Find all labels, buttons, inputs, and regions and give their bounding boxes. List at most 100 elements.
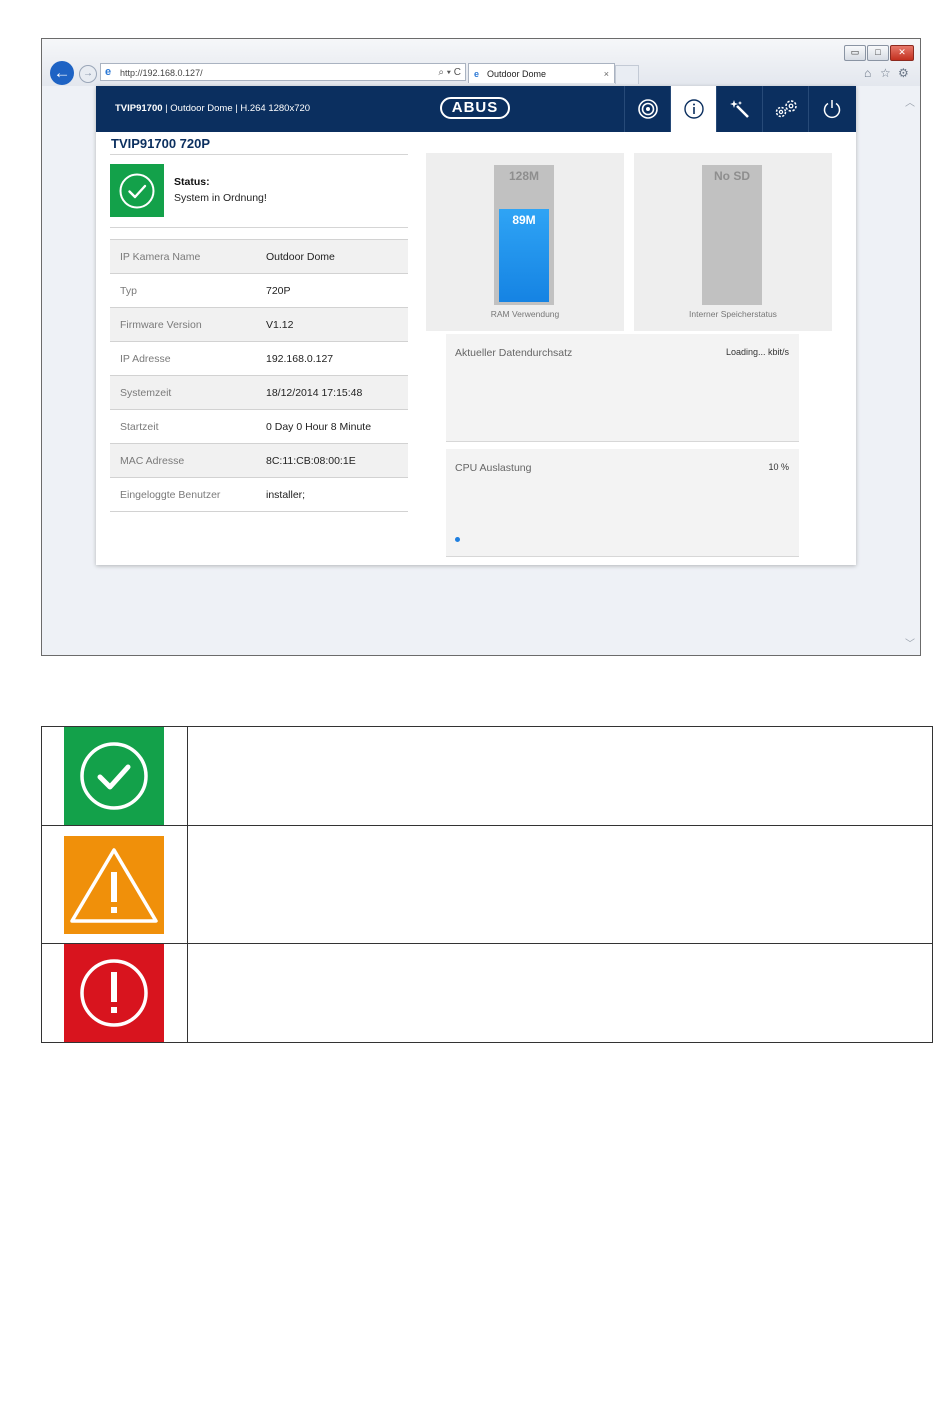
ram-used-label: 89M bbox=[512, 213, 536, 227]
info-row: Systemzeit 18/12/2014 17:15:48 bbox=[110, 375, 408, 409]
home-icon[interactable]: ⌂ bbox=[864, 66, 871, 80]
scroll-up-icon[interactable]: ︿ bbox=[905, 94, 915, 109]
ie-page-icon: e bbox=[105, 66, 112, 78]
header-title: TVIP91700 | Outdoor Dome | H.264 1280x72… bbox=[115, 86, 310, 132]
info-value: 0 Day 0 Hour 8 Minute bbox=[266, 421, 372, 433]
throughput-label: Aktueller Datendurchsatz bbox=[455, 347, 573, 359]
legend-column-divider bbox=[187, 944, 188, 1042]
scrollbar[interactable]: ︿ ﹀ bbox=[900, 86, 920, 655]
browser-window: ▭ □ ✕ ← → e http://192.168.0.127/ ⌕ ▾ C … bbox=[41, 38, 921, 656]
info-value: 18/12/2014 17:15:48 bbox=[266, 387, 363, 399]
check-circle-icon bbox=[119, 173, 155, 208]
scroll-down-icon[interactable]: ﹀ bbox=[905, 635, 915, 650]
info-value: V1.12 bbox=[266, 319, 294, 331]
header-model: TVIP91700 bbox=[115, 103, 163, 114]
legend-row-error bbox=[42, 944, 932, 1042]
tools-gear-icon[interactable]: ⚙ bbox=[898, 66, 909, 80]
address-bar[interactable]: e http://192.168.0.127/ ⌕ ▾ C bbox=[100, 63, 466, 81]
storage-capacity: No SD bbox=[714, 169, 750, 183]
info-label: Systemzeit bbox=[120, 387, 172, 399]
info-value: installer; bbox=[266, 489, 306, 501]
ram-caption: RAM Verwendung bbox=[490, 309, 560, 319]
storage-caption: Interner Speicherstatus bbox=[689, 309, 777, 319]
info-row: Startzeit 0 Day 0 Hour 8 Minute bbox=[110, 409, 408, 443]
ram-capacity: 128M bbox=[508, 169, 540, 183]
legend-error-badge bbox=[64, 944, 164, 1042]
header-subtitle: | Outdoor Dome | H.264 1280x720 bbox=[162, 103, 311, 114]
ram-used-fill: 89M bbox=[499, 209, 549, 302]
info-value: 720P bbox=[266, 285, 291, 297]
address-url: http://192.168.0.127/ bbox=[120, 68, 203, 78]
tab-close-button[interactable]: × bbox=[604, 64, 609, 84]
info-label: IP Kamera Name bbox=[120, 251, 201, 263]
legend-column-divider bbox=[187, 727, 188, 825]
app-header: TVIP91700 | Outdoor Dome | H.264 1280x72… bbox=[96, 86, 856, 132]
status-ok-badge bbox=[110, 164, 164, 217]
cpu-label: CPU Auslastung bbox=[455, 462, 532, 474]
title-divider bbox=[110, 154, 408, 155]
legend-column-divider bbox=[187, 826, 188, 943]
status-legend-table bbox=[41, 726, 933, 1043]
storage-bar: No SD bbox=[702, 165, 762, 305]
throughput-value: Loading... kbit/s bbox=[725, 347, 789, 357]
warning-triangle-icon bbox=[70, 848, 158, 923]
info-row: Typ 720P bbox=[110, 273, 408, 307]
info-value: 8C:11:CB:08:00:1E bbox=[266, 455, 356, 467]
tab-title: Outdoor Dome bbox=[487, 69, 547, 79]
page-viewport: ︿ ﹀ TVIP91700 | Outdoor Dome | H.264 128… bbox=[42, 86, 920, 655]
browser-toolbar: ▭ □ ✕ ← → e http://192.168.0.127/ ⌕ ▾ C … bbox=[42, 39, 920, 87]
info-row: Eingeloggte Benutzer installer; bbox=[110, 477, 408, 512]
info-label: Typ bbox=[120, 285, 137, 297]
info-label: Firmware Version bbox=[120, 319, 202, 331]
browser-tab[interactable]: e Outdoor Dome × bbox=[468, 63, 615, 83]
storage-panel: No SD Interner Speicherstatus bbox=[634, 153, 832, 331]
info-value: 192.168.0.127 bbox=[266, 353, 334, 365]
ram-bar: 128M 89M bbox=[494, 165, 554, 305]
check-circle-icon bbox=[80, 742, 148, 810]
status-label: Status: bbox=[174, 176, 210, 188]
cpu-value: 10 % bbox=[768, 462, 789, 472]
back-button[interactable]: ← bbox=[50, 61, 74, 85]
legend-ok-badge bbox=[64, 727, 164, 825]
legend-row-warning bbox=[42, 826, 932, 944]
legend-warning-badge bbox=[64, 836, 164, 934]
throughput-panel: Aktueller Datendurchsatz Loading... kbit… bbox=[446, 334, 799, 442]
device-title: TVIP91700 720P bbox=[111, 136, 211, 151]
settings-gears-icon bbox=[775, 100, 797, 118]
cpu-graph-point bbox=[455, 537, 460, 542]
info-label: IP Adresse bbox=[120, 353, 171, 365]
legend-row-ok bbox=[42, 727, 932, 826]
minimize-button[interactable]: ▭ bbox=[844, 45, 866, 61]
address-tools[interactable]: ⌕ ▾ C bbox=[438, 64, 461, 82]
nav-wizard[interactable] bbox=[716, 86, 762, 132]
info-icon bbox=[683, 99, 704, 119]
maximize-button[interactable]: □ bbox=[867, 45, 889, 61]
status-divider bbox=[110, 227, 408, 228]
favorites-star-icon[interactable]: ☆ bbox=[880, 66, 891, 80]
info-row: IP Adresse 192.168.0.127 bbox=[110, 341, 408, 375]
info-label: MAC Adresse bbox=[120, 455, 185, 467]
status-text: System in Ordnung! bbox=[174, 192, 267, 204]
nav-settings[interactable] bbox=[762, 86, 808, 132]
camera-web-app: TVIP91700 | Outdoor Dome | H.264 1280x72… bbox=[96, 86, 856, 565]
nav-live-view[interactable] bbox=[624, 86, 670, 132]
info-value: Outdoor Dome bbox=[266, 251, 335, 263]
nav-logout[interactable] bbox=[808, 86, 854, 132]
device-info-table: IP Kamera Name Outdoor Dome Typ 720P Firmwar… bbox=[110, 239, 408, 512]
camera-lens-icon bbox=[637, 99, 658, 119]
forward-button[interactable]: → bbox=[79, 65, 97, 83]
new-tab-button[interactable] bbox=[615, 65, 639, 84]
info-label: Eingeloggte Benutzer bbox=[120, 489, 221, 501]
info-row: Firmware Version V1.12 bbox=[110, 307, 408, 341]
info-row: MAC Adresse 8C:11:CB:08:00:1E bbox=[110, 443, 408, 477]
ram-usage-panel: 128M 89M RAM Verwendung bbox=[426, 153, 624, 331]
power-icon bbox=[823, 100, 840, 119]
magic-wand-icon bbox=[729, 100, 749, 118]
close-window-button[interactable]: ✕ bbox=[890, 45, 914, 61]
error-circle-icon bbox=[80, 959, 148, 1027]
info-label: Startzeit bbox=[120, 421, 159, 433]
cpu-panel: CPU Auslastung 10 % bbox=[446, 449, 799, 557]
tab-favicon-icon: e bbox=[474, 69, 480, 79]
info-row: IP Kamera Name Outdoor Dome bbox=[110, 239, 408, 273]
nav-info[interactable] bbox=[670, 86, 716, 132]
